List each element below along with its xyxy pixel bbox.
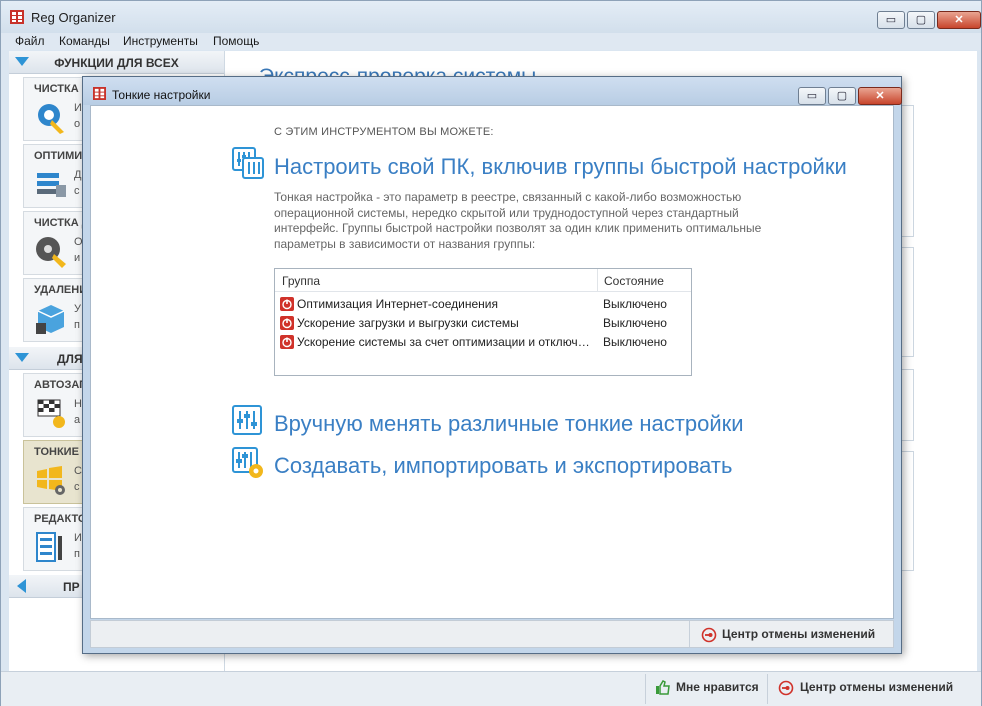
separator — [689, 621, 690, 647]
background-panel — [901, 105, 914, 237]
row-group-name: Ускорение системы за счет оптимизации и … — [297, 335, 593, 349]
autorun-flag-icon — [37, 399, 65, 428]
minimize-button[interactable]: ▭ — [877, 11, 905, 29]
menu-file[interactable]: Файл — [15, 34, 45, 48]
card-desc-1: И — [74, 532, 82, 544]
tweaks-dialog: Тонкие настройки ▭ ▢ ✕ С ЭТИМ ИНСТРУМЕНТ… — [82, 76, 902, 654]
dialog-footer: Центр отмены изменений — [90, 620, 894, 648]
undo-center-icon — [778, 680, 794, 696]
status-bar: Мне нравится Центр отмены изменений — [1, 671, 981, 706]
optimization-icon — [37, 173, 66, 197]
card-desc-2: п — [74, 548, 80, 560]
card-title: РЕДАКТО — [34, 513, 87, 525]
maximize-icon: ▢ — [836, 90, 848, 102]
dialog-title-bar: Тонкие настройки ▭ ▢ ✕ — [83, 77, 902, 105]
dialog-body: С ЭТИМ ИНСТРУМЕНТОМ ВЫ МОЖЕТЕ: Настроить… — [90, 105, 894, 619]
collapse-triangle-icon — [15, 353, 29, 362]
row-group-name: Оптимизация Интернет-соединения — [297, 297, 498, 311]
groups-table: Группа Состояние Оптимизация Интернет-со… — [274, 268, 692, 376]
tune-groups-icon — [232, 147, 264, 179]
close-icon: ✕ — [954, 14, 964, 26]
dialog-minimize-button[interactable]: ▭ — [798, 87, 826, 105]
row-state: Выключено — [603, 316, 667, 330]
section-label: ФУНКЦИИ ДЛЯ ВСЕХ — [54, 56, 179, 70]
manual-tweaks-icon — [232, 405, 262, 435]
minimize-icon: ▭ — [806, 90, 818, 102]
card-desc-2: а — [74, 414, 81, 426]
row-state: Выключено — [603, 297, 667, 311]
table-row[interactable]: Ускорение системы за счет оптимизации и … — [275, 333, 691, 352]
dialog-window-controls: ▭ ▢ ✕ — [798, 87, 902, 105]
can-label: С ЭТИМ ИНСТРУМЕНТОМ ВЫ МОЖЕТЕ: — [274, 126, 494, 138]
menu-commands[interactable]: Команды — [59, 34, 110, 48]
column-header-state[interactable]: Состояние — [604, 274, 664, 288]
menu-tools[interactable]: Инструменты — [123, 34, 198, 48]
card-desc-1: У — [74, 303, 81, 315]
import-export-icon — [232, 447, 263, 478]
card-desc-1: Н — [74, 398, 82, 410]
card-desc-2: и — [74, 252, 81, 264]
maximize-button[interactable]: ▢ — [907, 11, 935, 29]
card-desc-2: с — [74, 481, 80, 493]
minimize-icon: ▭ — [885, 14, 897, 26]
section-label: ДЛЯ — [57, 352, 83, 366]
card-desc-2: с — [74, 185, 80, 197]
table-row[interactable]: Оптимизация Интернет-соединения Выключен… — [275, 295, 691, 314]
background-panel — [901, 247, 914, 357]
close-button[interactable]: ✕ — [937, 11, 981, 29]
disk-cleanup-icon — [36, 237, 66, 268]
disabled-power-icon — [280, 316, 294, 330]
card-desc-2: п — [74, 319, 80, 331]
disabled-power-icon — [280, 335, 294, 349]
dialog-maximize-button[interactable]: ▢ — [828, 87, 856, 105]
background-panel — [901, 369, 914, 441]
registry-cleanup-icon — [38, 104, 64, 134]
section-header-all[interactable]: ФУНКЦИИ ДЛЯ ВСЕХ — [9, 51, 224, 74]
column-separator — [597, 269, 598, 291]
card-title: ОПТИМИЗ — [34, 150, 90, 162]
separator — [767, 674, 768, 704]
card-title: ЧИСТКА Р — [34, 83, 90, 95]
uninstall-box-icon — [36, 305, 65, 334]
background-panel — [901, 451, 914, 571]
close-icon: ✕ — [875, 90, 885, 102]
like-button[interactable]: Мне нравится — [676, 680, 759, 694]
link-quick-groups[interactable]: Настроить свой ПК, включив группы быстро… — [274, 154, 847, 180]
dialog-app-icon — [93, 87, 106, 100]
dialog-close-button[interactable]: ✕ — [858, 87, 902, 105]
undo-center-icon — [701, 627, 717, 643]
dialog-title: Тонкие настройки — [112, 88, 211, 102]
section-label: ПР — [63, 580, 80, 594]
card-desc-1: И — [74, 102, 82, 114]
link-create-import-export[interactable]: Создавать, импортировать и экспортироват… — [274, 453, 732, 479]
app-title: Reg Organizer — [31, 10, 116, 25]
card-desc-2: о — [74, 118, 81, 130]
card-desc-1: Д — [74, 169, 82, 181]
link-manual-tweaks[interactable]: Вручную менять различные тонкие настройк… — [274, 411, 744, 437]
column-header-group[interactable]: Группа — [282, 274, 320, 288]
description-text: Тонкая настройка - это параметр в реестр… — [274, 190, 762, 251]
card-title: УДАЛЕНИ — [34, 284, 88, 296]
disabled-power-icon — [280, 297, 294, 311]
table-header: Группа Состояние — [275, 269, 691, 292]
title-bar: Reg Organizer ▭ ▢ ✕ — [1, 1, 981, 33]
menu-bar: Файл Команды Инструменты Помощь — [1, 33, 981, 50]
expand-triangle-icon — [17, 579, 26, 593]
undo-center-button[interactable]: Центр отмены изменений — [800, 680, 953, 694]
window-controls: ▭ ▢ ✕ — [877, 11, 981, 29]
dialog-undo-center-button[interactable]: Центр отмены изменений — [722, 627, 875, 641]
row-state: Выключено — [603, 335, 667, 349]
registry-editor-icon — [36, 532, 62, 562]
app-logo-icon — [10, 10, 24, 24]
windows-gear-icon — [37, 466, 65, 495]
row-group-name: Ускорение загрузки и выгрузки системы — [297, 316, 519, 330]
maximize-icon: ▢ — [915, 14, 927, 26]
table-row[interactable]: Ускорение загрузки и выгрузки системы Вы… — [275, 314, 691, 333]
separator — [645, 674, 646, 704]
card-desc-1: С — [74, 465, 82, 477]
card-title: АВТОЗАП — [34, 379, 88, 391]
menu-help[interactable]: Помощь — [213, 34, 259, 48]
thumbs-up-icon — [656, 680, 670, 695]
